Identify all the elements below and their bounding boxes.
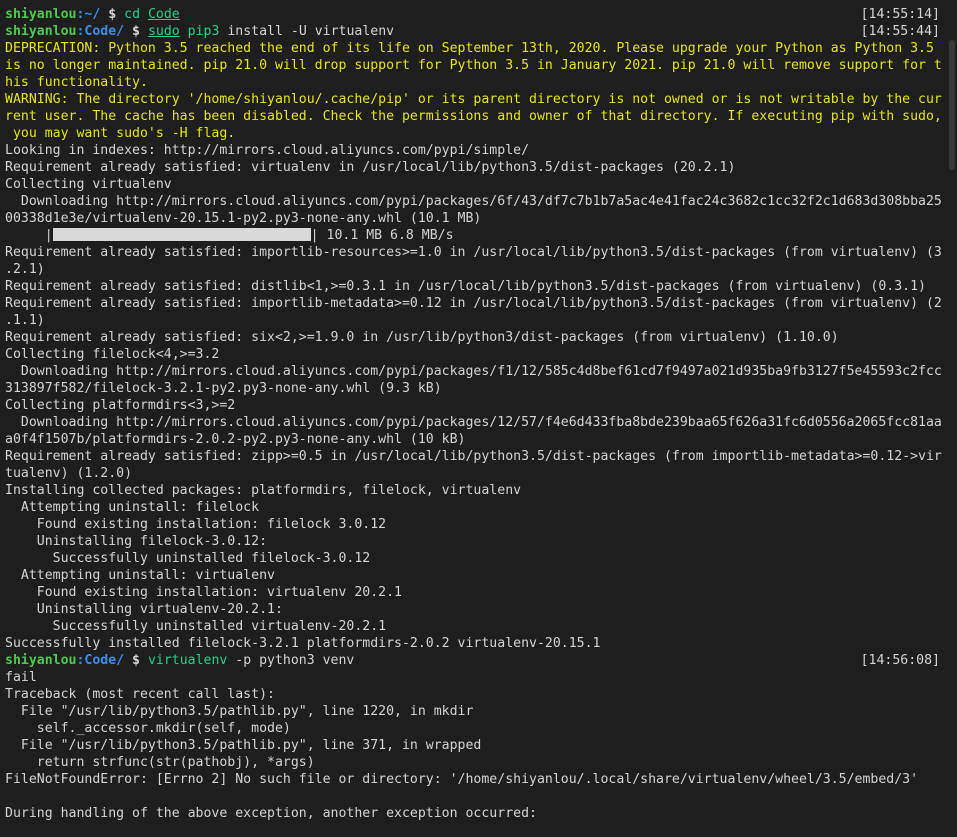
command-token: Code	[147, 7, 180, 22]
prompt-user: shiyanlou	[5, 24, 77, 39]
prompt-path: :~/	[76, 7, 101, 22]
output-line: Attempting uninstall: filelock	[5, 500, 260, 515]
command-token: pip3	[187, 24, 220, 39]
output-line: File "/usr/lib/python3.5/pathlib.py", li…	[5, 738, 482, 753]
command-token: cd	[124, 7, 141, 22]
warning-line: his functionality.	[5, 75, 148, 90]
prompt-line: shiyanlou:Code/ $ sudo pip3 install -U v…	[5, 23, 957, 40]
output-line: Requirement already satisfied: importlib…	[5, 296, 942, 311]
prompt-line: shiyanlou:Code/ $ virtualenv -p python3 …	[5, 652, 957, 669]
prompt-path: :Code/	[76, 24, 125, 39]
prompt-path: :Code/	[76, 653, 125, 668]
output-line: During handling of the above exception, …	[5, 806, 537, 821]
output-line: Attempting uninstall: virtualenv	[5, 568, 275, 583]
output-line: Traceback (most recent call last):	[5, 687, 275, 702]
prompt-timestamp: [14:55:44]	[860, 24, 940, 39]
warning-line: is no longer maintained. pip 21.0 will d…	[5, 58, 942, 73]
output-line: Found existing installation: filelock 3.…	[5, 517, 387, 532]
terminal-output: shiyanlou:~/ $ cd Code [14:55:14] shiyanlo…	[5, 6, 957, 822]
prompt-timestamp: [14:55:14]	[860, 7, 940, 22]
prompt-user: shiyanlou	[5, 7, 77, 22]
command-token	[140, 7, 148, 22]
warning-line: WARNING: The directory '/home/shiyanlou/…	[5, 92, 942, 107]
command-token: virtualenv	[147, 653, 228, 668]
prompt-symbol: $	[124, 24, 148, 39]
output-line: FileNotFoundError: [Errno 2] No such fil…	[5, 772, 919, 787]
output-line: Found existing installation: virtualenv …	[5, 585, 402, 600]
command-token	[180, 24, 188, 39]
command-token: -p python3 venv	[227, 653, 355, 668]
output-line: Successfully uninstalled filelock-3.0.12	[5, 551, 371, 566]
prompt-timestamp: [14:56:08]	[860, 653, 940, 668]
warning-line: you may want sudo's -H flag.	[5, 126, 236, 141]
prompt-symbol: $	[124, 653, 148, 668]
output-line: Installing collected packages: platformd…	[5, 483, 522, 498]
output-line: Requirement already satisfied: zipp>=0.5…	[5, 449, 942, 464]
output-line: Downloading http://mirrors.cloud.aliyunc…	[5, 415, 942, 430]
output-line: Downloading http://mirrors.cloud.aliyunc…	[5, 194, 942, 209]
output-line: Collecting virtualenv	[5, 177, 172, 192]
output-line: Successfully uninstalled virtualenv-20.2…	[5, 619, 387, 634]
scrollbar-thumb[interactable]	[949, 40, 955, 170]
warning-line: DEPRECATION: Python 3.5 reached the end …	[5, 41, 934, 56]
progress-line: | | 10.1 MB 6.8 MB/s	[5, 227, 957, 244]
output-line: Uninstalling filelock-3.0.12:	[5, 534, 268, 549]
output-line: 313897f582/filelock-3.2.1-py2.py3-none-a…	[5, 381, 442, 396]
progress-prefix: |	[5, 228, 53, 243]
output-line: Downloading http://mirrors.cloud.aliyunc…	[5, 364, 942, 379]
command-token: sudo	[147, 24, 180, 39]
output-line: Successfully installed filelock-3.2.1 pl…	[5, 636, 601, 651]
prompt-line: shiyanlou:~/ $ cd Code [14:55:14]	[5, 6, 957, 23]
prompt-symbol: $	[100, 7, 125, 22]
output-line: File "/usr/lib/python3.5/pathlib.py", li…	[5, 704, 474, 719]
prompt-user: shiyanlou	[5, 653, 77, 668]
output-line: return strfunc(str(pathobj), *args)	[5, 755, 315, 770]
output-line: Requirement already satisfied: distlib<1…	[5, 279, 926, 294]
output-line: tualenv) (1.2.0)	[5, 466, 133, 481]
warning-line: rent user. The cache has been disabled. …	[5, 109, 942, 124]
output-line: .1.1)	[5, 313, 45, 328]
output-line: self._accessor.mkdir(self, mode)	[5, 721, 291, 736]
output-line: Collecting platformdirs<3,>=2	[5, 398, 236, 413]
progress-suffix: | 10.1 MB 6.8 MB/s	[310, 228, 454, 243]
output-line: Looking in indexes: http://mirrors.cloud…	[5, 143, 530, 158]
terminal-window[interactable]: shiyanlou:~/ $ cd Code [14:55:14] shiyanlo…	[0, 0, 957, 837]
output-line: Collecting filelock<4,>=3.2	[5, 347, 220, 362]
output-line: a0f4f1507b/platformdirs-2.0.2-py2.py3-no…	[5, 432, 466, 447]
output-line: Requirement already satisfied: six<2,>=1…	[5, 330, 839, 345]
output-line: fail	[5, 670, 37, 685]
output-line: Uninstalling virtualenv-20.2.1:	[5, 602, 283, 617]
output-line: Requirement already satisfied: importlib…	[5, 245, 942, 260]
output-line: Requirement already satisfied: virtualen…	[5, 160, 736, 175]
download-progress-bar	[52, 227, 311, 241]
output-line: .2.1)	[5, 262, 45, 277]
output-line: 00338d1e3e/virtualenv-20.15.1-py2.py3-no…	[5, 211, 482, 226]
scrollbar[interactable]	[947, 0, 957, 837]
command-token: install -U virtualenv	[219, 24, 395, 39]
